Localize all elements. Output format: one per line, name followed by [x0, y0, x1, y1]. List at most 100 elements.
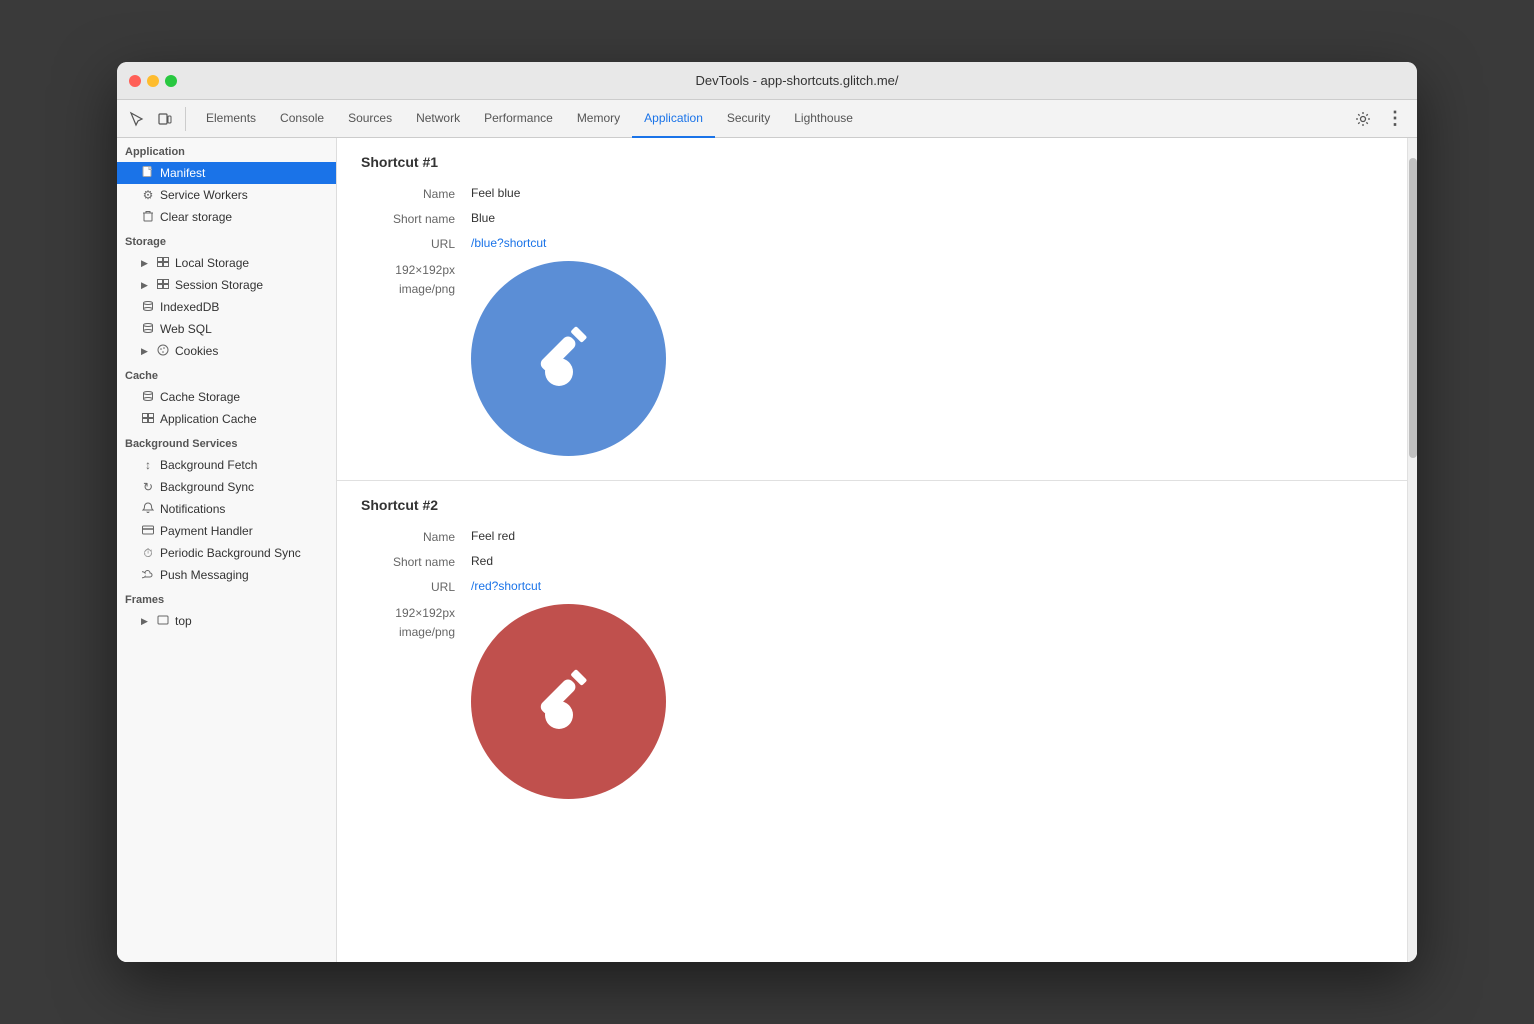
titlebar: DevTools - app-shortcuts.glitch.me/ [117, 62, 1417, 100]
cylinder-icon [142, 300, 154, 312]
tab-performance[interactable]: Performance [472, 100, 565, 138]
sidebar-item-local-storage[interactable]: ▶ Local Storage [117, 252, 336, 274]
shortcut2-url-link[interactable]: /red?shortcut [471, 579, 541, 593]
shortcut1-shortname-label: Short name [361, 211, 471, 226]
shortcut1-shortname-row: Short name Blue [361, 211, 1383, 226]
sidebar-item-clear-storage[interactable]: Clear storage [117, 206, 336, 228]
clear-storage-icon [141, 210, 155, 225]
session-storage-icon [156, 278, 170, 292]
cookie-icon [157, 344, 169, 356]
indexeddb-icon [141, 300, 155, 315]
shortcut2-image-meta: 192×192px image/png [361, 604, 471, 642]
tab-console[interactable]: Console [268, 100, 336, 138]
background-fetch-label: Background Fetch [160, 458, 257, 472]
cloud-icon [142, 568, 154, 580]
minimize-button[interactable] [147, 75, 159, 87]
scrollbar-thumb[interactable] [1409, 158, 1417, 458]
sidebar-item-manifest[interactable]: Manifest [117, 162, 336, 184]
sidebar-item-payment-handler[interactable]: Payment Handler [117, 520, 336, 542]
sidebar-item-periodic-bg-sync[interactable]: ⏱ Periodic Background Sync [117, 542, 336, 564]
background-sync-label: Background Sync [160, 480, 254, 494]
tab-memory[interactable]: Memory [565, 100, 632, 138]
tab-elements[interactable]: Elements [194, 100, 268, 138]
push-messaging-icon [141, 568, 155, 583]
background-fetch-icon: ↕ [141, 458, 155, 472]
shortcut1-url-value: /blue?shortcut [471, 236, 546, 250]
frames-section-label: Frames [117, 586, 336, 610]
notifications-label: Notifications [160, 502, 225, 516]
shortcut1-section: Shortcut #1 Name Feel blue Short name Bl… [337, 138, 1407, 481]
cache-storage-label: Cache Storage [160, 390, 240, 404]
shortcut1-name-value: Feel blue [471, 186, 520, 200]
tabs-list: Elements Console Sources Network Perform… [194, 100, 1349, 138]
tab-lighthouse[interactable]: Lighthouse [782, 100, 865, 138]
notifications-icon [141, 502, 155, 517]
grid2-icon [157, 279, 169, 289]
service-workers-label: Service Workers [160, 188, 248, 202]
tabs-right-icons: ⋮ [1349, 105, 1409, 133]
sidebar-item-notifications[interactable]: Notifications [117, 498, 336, 520]
periodic-bg-sync-label: Periodic Background Sync [160, 546, 301, 560]
device-icon [157, 111, 173, 127]
maximize-button[interactable] [165, 75, 177, 87]
tab-icon-group [125, 107, 186, 131]
sidebar-item-service-workers[interactable]: ⚙ Service Workers [117, 184, 336, 206]
shortcut2-title: Shortcut #2 [361, 497, 1383, 513]
shortcut1-url-link[interactable]: /blue?shortcut [471, 236, 546, 250]
tab-sources[interactable]: Sources [336, 100, 404, 138]
shortcut2-name-value: Feel red [471, 529, 515, 543]
tab-application[interactable]: Application [632, 100, 715, 138]
scrollbar-track[interactable] [1407, 138, 1417, 962]
shortcut1-shortname-value: Blue [471, 211, 495, 225]
sidebar-item-frames-top[interactable]: ▶ top [117, 610, 336, 632]
shortcut1-url-row: URL /blue?shortcut [361, 236, 1383, 251]
devtools-window: DevTools - app-shortcuts.glitch.me/ Elem… [117, 62, 1417, 962]
sidebar-item-session-storage[interactable]: ▶ Session Storage [117, 274, 336, 296]
sidebar-item-cache-storage[interactable]: Cache Storage [117, 386, 336, 408]
grid-icon [157, 257, 169, 267]
sidebar-item-background-sync[interactable]: ↻ Background Sync [117, 476, 336, 498]
local-storage-icon [156, 256, 170, 270]
shortcut2-section: Shortcut #2 Name Feel red Short name Red… [337, 481, 1407, 823]
application-section-label: Application [117, 138, 336, 162]
shortcut1-url-label: URL [361, 236, 471, 251]
session-storage-expand-icon: ▶ [141, 280, 151, 291]
settings-button[interactable] [1349, 105, 1377, 133]
storage-section-label: Storage [117, 228, 336, 252]
frame-icon [157, 614, 169, 626]
frames-expand-icon: ▶ [141, 616, 151, 627]
main-area: Application Manifest ⚙ Service Workers C… [117, 138, 1417, 962]
stack-icon [142, 390, 154, 402]
sidebar-item-application-cache[interactable]: Application Cache [117, 408, 336, 430]
sidebar-item-cookies[interactable]: ▶ Cookies [117, 340, 336, 362]
manifest-icon [141, 166, 155, 181]
more-options-button[interactable]: ⋮ [1381, 105, 1409, 133]
shortcut1-image-preview [471, 261, 666, 456]
sidebar-item-push-messaging[interactable]: Push Messaging [117, 564, 336, 586]
indexeddb-label: IndexedDB [160, 300, 219, 314]
shortcut1-name-label: Name [361, 186, 471, 201]
trash-icon [142, 210, 154, 222]
sidebar-item-indexeddb[interactable]: IndexedDB [117, 296, 336, 318]
sidebar: Application Manifest ⚙ Service Workers C… [117, 138, 337, 962]
web-sql-icon [141, 322, 155, 337]
app-cache-icon [141, 412, 155, 426]
credit-card-icon [142, 525, 154, 535]
settings-gear-icon [1355, 111, 1371, 127]
shortcut2-image-row: 192×192px image/png [361, 604, 1383, 799]
sidebar-item-background-fetch[interactable]: ↕ Background Fetch [117, 454, 336, 476]
shortcut2-image-type: image/png [361, 623, 455, 642]
cache-section-label: Cache [117, 362, 336, 386]
tab-network[interactable]: Network [404, 100, 472, 138]
shortcut2-image-size: 192×192px [361, 604, 455, 623]
cursor-icon-btn[interactable] [125, 107, 149, 131]
shortcut1-image-type: image/png [361, 280, 455, 299]
shortcut1-image-row: 192×192px image/png [361, 261, 1383, 456]
sidebar-item-web-sql[interactable]: Web SQL [117, 318, 336, 340]
close-button[interactable] [129, 75, 141, 87]
device-icon-btn[interactable] [153, 107, 177, 131]
tab-security[interactable]: Security [715, 100, 782, 138]
background-sync-icon: ↻ [141, 480, 155, 494]
devtools-container: Elements Console Sources Network Perform… [117, 100, 1417, 962]
web-sql-label: Web SQL [160, 322, 212, 336]
